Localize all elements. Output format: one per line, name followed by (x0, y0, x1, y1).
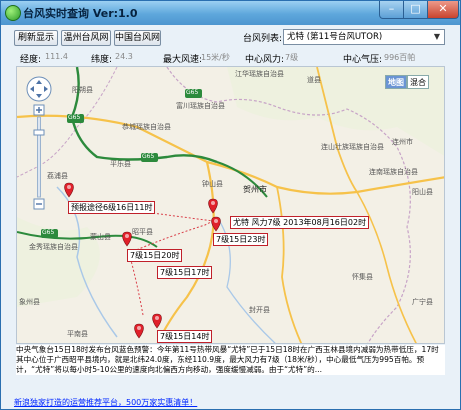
typhoon-select[interactable]: 尤特 (第11号台风UTOR) ▼ (283, 29, 445, 45)
typhoon-list-label: 台风列表: (243, 34, 283, 44)
track-point-label[interactable]: 7级15日23时 (213, 233, 269, 246)
highway-label: G65 (42, 229, 55, 236)
app-window: 台风实时查询 Ver:1.0 – □ ✕ 刷新显示 温州台风网 中国台风网 台风… (0, 0, 461, 410)
zoom-handle (33, 129, 45, 136)
refresh-button[interactable]: 刷新显示 (14, 30, 58, 46)
highway-label: G65 (142, 153, 155, 160)
place-label: 阳朔县 (72, 86, 93, 94)
highway-label: G65 (68, 114, 81, 121)
place-label: 恭城瑶族自治县 (122, 123, 171, 131)
city-label-hezhou: 贺州市 (243, 185, 267, 194)
title-bar[interactable]: 台风实时查询 Ver:1.0 – □ ✕ (1, 1, 460, 25)
place-label: 荔浦县 (47, 172, 68, 180)
china-typhoon-link-button[interactable]: 中国台风网 (114, 30, 161, 46)
longitude-label: 经度: (20, 55, 42, 65)
center-force-label: 中心风力: (245, 55, 285, 65)
map-view[interactable]: G65 G65 G65 G65 江华瑶族自治县 道县 富川瑶族自治县 恭城瑶族自… (16, 66, 445, 344)
wenzhou-typhoon-link-button[interactable]: 温州台风网 (61, 30, 111, 46)
place-label: 连南瑶族自治县 (369, 168, 418, 176)
place-label: 平乐县 (110, 160, 131, 168)
place-label: 连州市 (392, 138, 413, 146)
place-label: 怀集县 (352, 273, 373, 281)
track-point-label[interactable]: 7级15日14时 (157, 330, 213, 343)
current-position-label[interactable]: 尤特 风力7级 2013年08月16日02时 (230, 216, 370, 229)
track-point-label[interactable]: 7级15日17时 (157, 266, 213, 279)
minimize-button[interactable]: – (379, 1, 404, 19)
map-type-map-button[interactable]: 地图 (385, 75, 407, 89)
app-icon (5, 5, 21, 21)
map-type-hybrid-button[interactable]: 混合 (407, 75, 429, 89)
place-label: 富川瑶族自治县 (176, 102, 225, 110)
latitude-label: 纬度: (91, 55, 113, 65)
place-label: 蒙山县 (90, 233, 111, 241)
max-wind-value: 15米/秒 (201, 53, 230, 62)
place-label: 封开县 (249, 306, 270, 314)
promo-link[interactable]: 新浪独家打造的运营推荐平台，500万家实惠清单！ (14, 397, 197, 408)
latitude-value: 24.3 (115, 52, 133, 61)
longitude-value: 111.4 (45, 52, 68, 61)
place-label: 平南县 (67, 330, 88, 338)
center-pressure-value: 996百帕 (384, 53, 416, 62)
track-point-label[interactable]: 7级15日20时 (127, 249, 183, 262)
place-label: 金秀瑶族自治县 (29, 243, 78, 251)
typhoon-bulletin: 中央气象台15日18时发布台风蓝色预警：今年第11号热带风暴“尤特”已于15日1… (16, 345, 445, 375)
chevron-down-icon[interactable]: ▼ (430, 30, 444, 44)
place-label: 广宁县 (412, 298, 433, 306)
window-title: 台风实时查询 Ver:1.0 (23, 7, 138, 20)
info-bar: 经度: 111.4 纬度: 24.3 最大风速: 15米/秒 中心风力: 7级 … (1, 49, 460, 67)
place-label: 钟山县 (202, 180, 223, 188)
place-label: 道县 (307, 76, 321, 84)
center-pressure-label: 中心气压: (343, 55, 383, 65)
zoom-slider (37, 116, 41, 198)
forecast-track-label[interactable]: 预报途径6级16日11时 (68, 201, 156, 214)
place-label: 象州县 (19, 298, 40, 306)
maximize-button[interactable]: □ (403, 1, 428, 19)
highway-label: G65 (186, 89, 199, 96)
place-label: 江华瑶族自治县 (235, 70, 284, 78)
place-label: 连山壮族瑶族自治县 (321, 143, 384, 151)
place-label: 昭平县 (132, 228, 153, 236)
typhoon-select-value: 尤特 (第11号台风UTOR) (287, 32, 383, 42)
close-button[interactable]: ✕ (427, 1, 459, 19)
place-label: 阳山县 (412, 188, 433, 196)
max-wind-label: 最大风速: (163, 55, 203, 65)
center-force-value: 7级 (285, 53, 299, 62)
